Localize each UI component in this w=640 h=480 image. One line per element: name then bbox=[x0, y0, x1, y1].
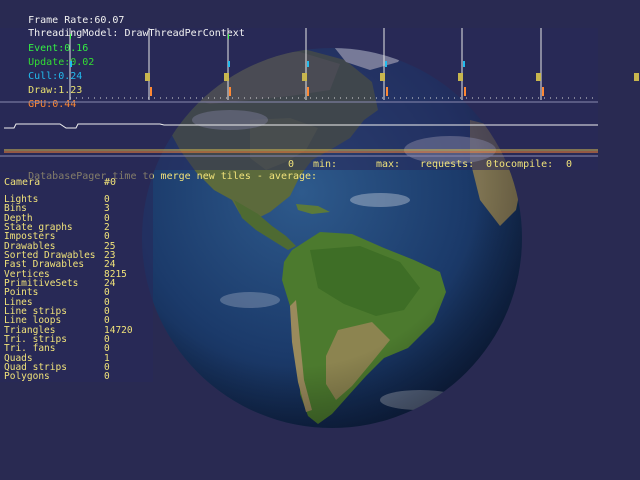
event-bar bbox=[228, 34, 229, 39]
database-pager-min-label: min: bbox=[313, 159, 338, 170]
camera-value: #0 bbox=[104, 177, 117, 188]
cull-bar bbox=[385, 61, 387, 67]
gpu-bar bbox=[150, 87, 152, 96]
draw-bar bbox=[458, 73, 463, 81]
gpu-bar bbox=[386, 87, 388, 96]
gpu-bar bbox=[542, 87, 544, 96]
frame-timing-graph bbox=[0, 28, 639, 157]
draw-bar bbox=[224, 73, 229, 81]
draw-bar bbox=[380, 73, 385, 81]
database-pager-requests: 0 bbox=[486, 159, 493, 170]
stat-value: 0 bbox=[104, 371, 110, 383]
cull-bar bbox=[307, 61, 309, 67]
cull-bar bbox=[70, 61, 72, 67]
database-pager-average: 0 bbox=[288, 159, 295, 170]
draw-bar bbox=[145, 73, 150, 81]
frame-time-line bbox=[4, 123, 598, 129]
cull-bar bbox=[228, 61, 230, 67]
database-pager-requests-label: requests: bbox=[420, 159, 475, 170]
gpu-bar bbox=[464, 87, 466, 96]
draw-bar bbox=[536, 73, 541, 81]
draw-bar bbox=[302, 73, 307, 81]
database-pager-max-label: max: bbox=[376, 159, 401, 170]
stat-label: Polygons bbox=[4, 371, 50, 383]
gpu-bar bbox=[229, 87, 231, 96]
draw-bar bbox=[634, 73, 639, 81]
database-pager-tocompile-label: tocompile: bbox=[493, 159, 554, 170]
database-pager-tocompile: 0 bbox=[566, 159, 573, 170]
gpu-bar bbox=[307, 87, 309, 96]
viewer-canvas[interactable]: Frame Rate:60.07 ThreadingModel: DrawThr… bbox=[0, 0, 640, 480]
camera-label: Camera bbox=[4, 177, 41, 188]
event-bar bbox=[70, 34, 71, 39]
cull-bar bbox=[463, 61, 465, 67]
